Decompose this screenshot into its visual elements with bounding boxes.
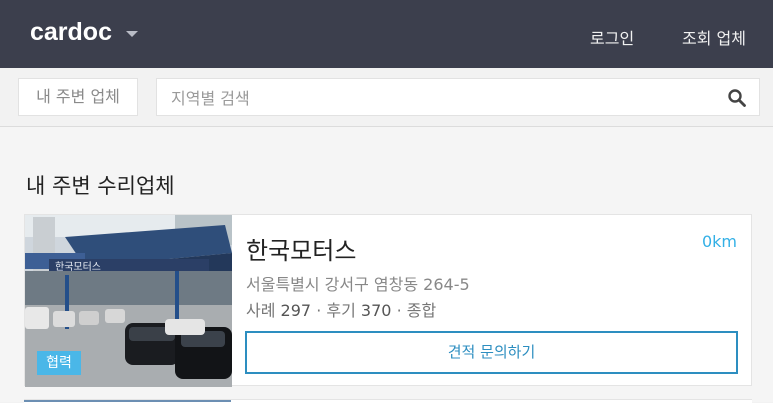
partner-badge: 협력 (37, 351, 81, 375)
request-quote-button[interactable]: 견적 문의하기 (245, 331, 738, 374)
shop-stats: 사례 297 · 후기 370 · 종합 (246, 297, 436, 321)
shop-photo[interactable]: 한국모터스 협력 (25, 215, 232, 387)
login-link[interactable]: 로그인 (590, 25, 634, 49)
cardoc-logo[interactable]: cardoc (30, 18, 112, 47)
inquiry-shops-link[interactable]: 조회 업체 (682, 25, 746, 49)
reviews-label: 후기 (326, 301, 356, 320)
shop-distance: 0km (701, 232, 737, 251)
search-row: 내 주변 업체 (0, 68, 773, 127)
reviews-count: 370 (360, 301, 392, 320)
shop-name[interactable]: 한국모터스 (246, 231, 356, 266)
nearby-shops-button[interactable]: 내 주변 업체 (18, 78, 138, 116)
shop-address: 서울특별시 강서구 염창동 264-5 (246, 275, 470, 294)
shop-category: 종합 (406, 301, 437, 320)
search-box (156, 78, 760, 117)
cases-count: 297 (280, 301, 312, 320)
caret-down-icon[interactable] (126, 31, 138, 37)
separator-dot: · (316, 301, 322, 320)
shop-card[interactable]: 한국모터스 협력 한국모터스 0km 서울특별시 강서구 염창동 264-5 사… (24, 214, 752, 387)
region-search-input[interactable] (157, 79, 723, 117)
search-icon[interactable] (727, 88, 747, 108)
main-content: 내 주변 수리업체 한국모터스 협력 한국모터스 0km 서울특별시 강서구 염… (0, 127, 773, 403)
section-title: 내 주변 수리업체 (26, 174, 175, 198)
top-navigation-bar: cardoc 로그인 조회 업체 (0, 0, 773, 68)
separator-dot: · (396, 301, 402, 320)
cases-label: 사례 (246, 301, 276, 320)
